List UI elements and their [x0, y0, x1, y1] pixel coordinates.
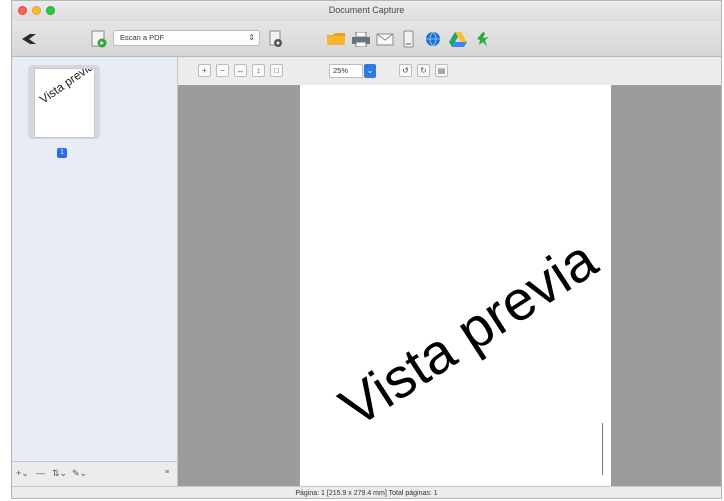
status-bar: Página: 1 [215.9 x 279.4 mm] Total págin… — [12, 486, 721, 498]
select-arrows-icon: ⇕ — [248, 33, 255, 42]
globe-icon[interactable] — [424, 30, 442, 48]
back-icon[interactable] — [20, 31, 38, 47]
settings-icon[interactable] — [268, 29, 284, 49]
sidebar-bottom-bar: +⌄ — ⇅⌄ ✎⌄ ≡ — [12, 461, 178, 486]
sort-pages-icon[interactable]: ⇅⌄ — [52, 468, 67, 479]
preview-page-text: Vista previa — [328, 227, 608, 439]
title-bar: Document Capture — [12, 1, 721, 21]
fit-page-icon[interactable]: ↕ — [252, 64, 265, 77]
remove-page-icon[interactable]: — — [36, 468, 45, 478]
page-number-badge: 1 — [57, 148, 67, 158]
email-icon[interactable] — [375, 32, 395, 46]
main-toolbar: Escan a PDF ⇕ — [12, 21, 721, 57]
preview-page: Vista previa — [300, 85, 611, 487]
view-toolbar: + − ↔ ↕ □ 25% ⌄ ↺ ↻ ▤ — [178, 57, 721, 85]
actual-size-icon[interactable]: □ — [270, 64, 283, 77]
drive-icon[interactable] — [448, 30, 468, 48]
page-edge-mark — [602, 423, 603, 475]
rotate-right-icon[interactable]: ↻ — [417, 64, 430, 77]
document-capture-window: Document Capture Escan a PDF ⇕ Vista pre… — [11, 0, 722, 499]
edit-page-icon[interactable]: ✎⌄ — [72, 468, 87, 479]
fit-width-icon[interactable]: ↔ — [234, 64, 247, 77]
thumbnail-page: Vista previa — [34, 68, 95, 138]
thumbnail-sidebar: Vista previa 1 — [12, 57, 178, 461]
window-title: Document Capture — [328, 5, 405, 15]
add-page-icon[interactable]: +⌄ — [16, 468, 29, 479]
zoom-level-field[interactable]: 25% — [329, 64, 363, 78]
zoom-dropdown-button[interactable]: ⌄ — [364, 64, 376, 78]
scan-setting-select[interactable]: Escan a PDF ⇕ — [113, 30, 260, 46]
print-icon[interactable] — [351, 31, 371, 47]
page-layout-icon[interactable]: ▤ — [435, 64, 448, 77]
page-thumbnail[interactable]: Vista previa — [28, 65, 100, 139]
device-icon[interactable] — [401, 29, 415, 49]
document-preview-area: Vista previa — [178, 85, 721, 487]
scan-icon[interactable] — [90, 29, 108, 49]
evernote-icon[interactable] — [474, 29, 492, 49]
scan-setting-value: Escan a PDF — [120, 33, 165, 42]
zoom-in-icon[interactable]: + — [198, 64, 211, 77]
thumbnail-text: Vista previa — [37, 68, 95, 107]
rotate-left-icon[interactable]: ↺ — [399, 64, 412, 77]
zoom-out-icon[interactable]: − — [216, 64, 229, 77]
folder-icon[interactable] — [326, 31, 346, 47]
resize-grip-icon[interactable]: ≡ — [165, 469, 169, 476]
